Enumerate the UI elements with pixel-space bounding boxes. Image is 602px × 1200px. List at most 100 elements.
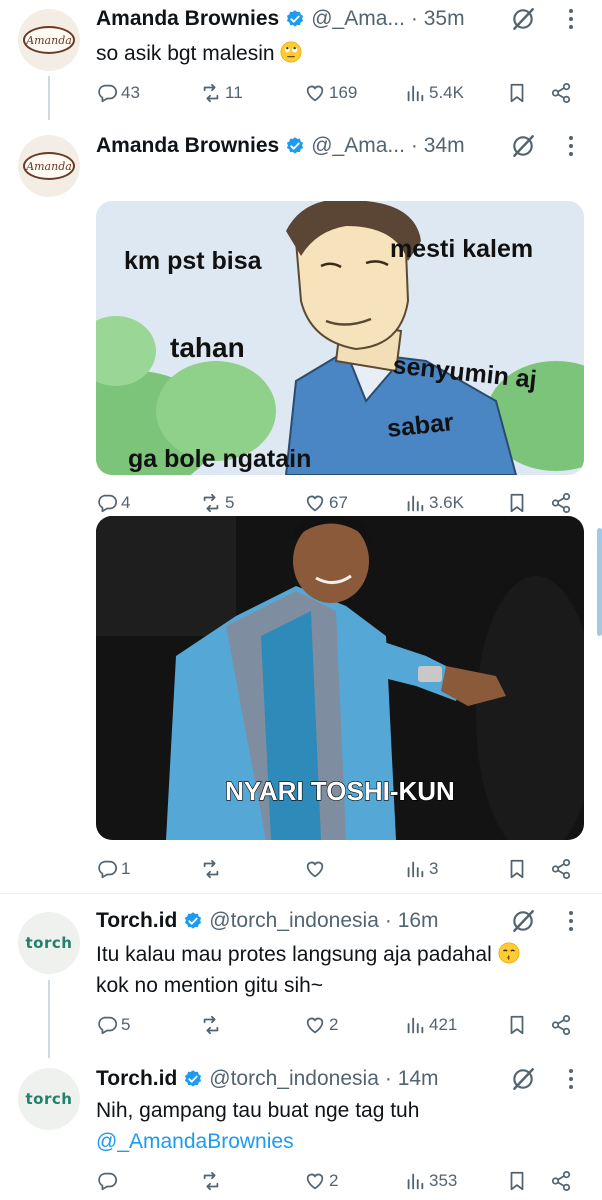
repost-button[interactable]: 5 [200, 488, 234, 518]
share-icon [550, 82, 572, 104]
post-text: Itu kalau mau protes langsung aja padaha… [96, 939, 578, 1001]
views-icon [404, 492, 426, 514]
post-text-line-2: kok no mention gitu sih~ [96, 974, 324, 997]
share-button[interactable] [550, 1010, 572, 1040]
views-button[interactable]: 353 [404, 1166, 457, 1196]
repost-icon [200, 858, 222, 880]
repost-button[interactable] [200, 854, 225, 884]
bookmark-button[interactable] [506, 78, 528, 108]
repost-icon [200, 82, 222, 104]
views-count: 5.4K [429, 83, 464, 102]
post-text: so asik bgt malesin [96, 38, 578, 69]
bookmark-button[interactable] [506, 1166, 528, 1196]
timestamp[interactable]: · 16m [385, 909, 439, 933]
author-name[interactable]: Torch.id [96, 1067, 177, 1091]
grok-icon[interactable] [510, 133, 536, 159]
views-button[interactable]: 3.6K [404, 488, 464, 518]
bookmark-icon [506, 858, 528, 880]
more-options-icon[interactable] [568, 1068, 574, 1090]
author-name[interactable]: Torch.id [96, 909, 177, 933]
amanda-logo: Amanda [23, 26, 75, 54]
caption-tahan: tahan [170, 332, 245, 363]
bookmark-button[interactable] [506, 1010, 528, 1040]
views-count: 353 [429, 1171, 458, 1190]
grok-icon[interactable] [510, 6, 536, 32]
more-options-icon[interactable] [568, 135, 574, 157]
author-name[interactable]: Amanda Brownies [96, 7, 279, 31]
scrollbar[interactable] [597, 528, 602, 636]
repost-button[interactable] [200, 1010, 225, 1040]
caption-km-pst-bisa: km pst bisa [124, 247, 263, 275]
photo-image[interactable]: NYARI TOSHI-KUN [96, 516, 584, 840]
grok-icon[interactable] [510, 1066, 536, 1092]
caption-ga-bole-ngatain: ga bole ngatain [128, 445, 311, 473]
bookmark-icon [506, 492, 528, 514]
post-text-body: so asik bgt malesin [96, 42, 275, 65]
post-torch-2[interactable]: torch Torch.id @torch_indonesia · 14m Ni… [0, 1054, 602, 1200]
verified-badge-icon [183, 911, 203, 931]
bookmark-icon [506, 1014, 528, 1036]
reply-button[interactable]: 1 [96, 854, 130, 884]
thread-line [48, 980, 50, 1058]
reply-button[interactable] [96, 1166, 121, 1196]
author-handle[interactable]: @torch_indonesia [209, 1067, 379, 1091]
like-button[interactable] [304, 854, 329, 884]
bookmark-button[interactable] [506, 488, 528, 518]
author-handle[interactable]: @_Ama... [311, 134, 405, 158]
share-icon [550, 492, 572, 514]
grok-icon[interactable] [510, 908, 536, 934]
mention-link[interactable]: @_AmandaBrownies [96, 1126, 578, 1157]
like-icon [304, 492, 326, 514]
views-count: 421 [429, 1015, 458, 1034]
reply-button[interactable]: 43 [96, 78, 140, 108]
timestamp[interactable]: · 14m [385, 1067, 439, 1091]
share-button[interactable] [550, 1166, 572, 1196]
author-handle[interactable]: @torch_indonesia [209, 909, 379, 933]
like-button[interactable]: 2 [304, 1010, 338, 1040]
views-button[interactable]: 3 [404, 854, 438, 884]
author-name[interactable]: Amanda Brownies [96, 134, 279, 158]
like-button[interactable]: 67 [304, 488, 348, 518]
avatar[interactable]: Amanda [18, 9, 80, 71]
repost-button[interactable]: 11 [200, 78, 243, 108]
like-button[interactable]: 169 [304, 78, 357, 108]
post-torch-1[interactable]: torch Torch.id @torch_indonesia · 16m It… [0, 894, 602, 1058]
thread-line [48, 76, 50, 120]
like-button[interactable]: 2 [304, 1166, 338, 1196]
like-icon [304, 82, 326, 104]
reply-icon [96, 492, 118, 514]
views-count: 3.6K [429, 493, 464, 512]
reply-count: 5 [121, 1015, 131, 1034]
timestamp[interactable]: · 35m [411, 7, 465, 31]
repost-icon [200, 1170, 222, 1192]
torch-logo: torch [25, 1090, 73, 1108]
post-text: Nih, gampang tau buat nge tag tuh @_Aman… [96, 1095, 578, 1157]
reply-button[interactable]: 4 [96, 488, 130, 518]
bookmark-button[interactable] [506, 854, 528, 884]
timestamp[interactable]: · 34m [411, 134, 465, 158]
post-actions: 43 11 169 5.4K [96, 78, 582, 108]
repost-button[interactable] [200, 1166, 225, 1196]
reply-count: 4 [121, 493, 131, 512]
post-text-body: Nih, gampang tau buat nge tag tuh [96, 1099, 420, 1122]
meme-image[interactable]: km pst bisa mesti kalem tahan senyumin a… [96, 201, 584, 475]
avatar[interactable]: torch [18, 912, 80, 974]
share-button[interactable] [550, 854, 572, 884]
post-amanda-3[interactable]: NYARI TOSHI-KUN 1 3 [0, 516, 602, 892]
verified-badge-icon [285, 136, 305, 156]
share-button[interactable] [550, 78, 572, 108]
views-button[interactable]: 421 [404, 1010, 457, 1040]
views-button[interactable]: 5.4K [404, 78, 464, 108]
author-handle[interactable]: @_Ama... [311, 7, 405, 31]
avatar[interactable]: torch [18, 1068, 80, 1130]
photo-illustration: NYARI TOSHI-KUN [96, 516, 584, 840]
share-button[interactable] [550, 488, 572, 518]
post-actions: 5 2 421 [96, 1010, 582, 1040]
like-count: 67 [329, 493, 348, 512]
more-options-icon[interactable] [568, 8, 574, 30]
post-amanda-2[interactable]: Amanda Amanda Brownies @_Ama... · 34m km… [0, 120, 602, 520]
more-options-icon[interactable] [568, 910, 574, 932]
post-amanda-1[interactable]: Amanda Amanda Brownies @_Ama... · 35m so… [0, 0, 602, 120]
reply-button[interactable]: 5 [96, 1010, 130, 1040]
avatar[interactable]: Amanda [18, 135, 80, 197]
